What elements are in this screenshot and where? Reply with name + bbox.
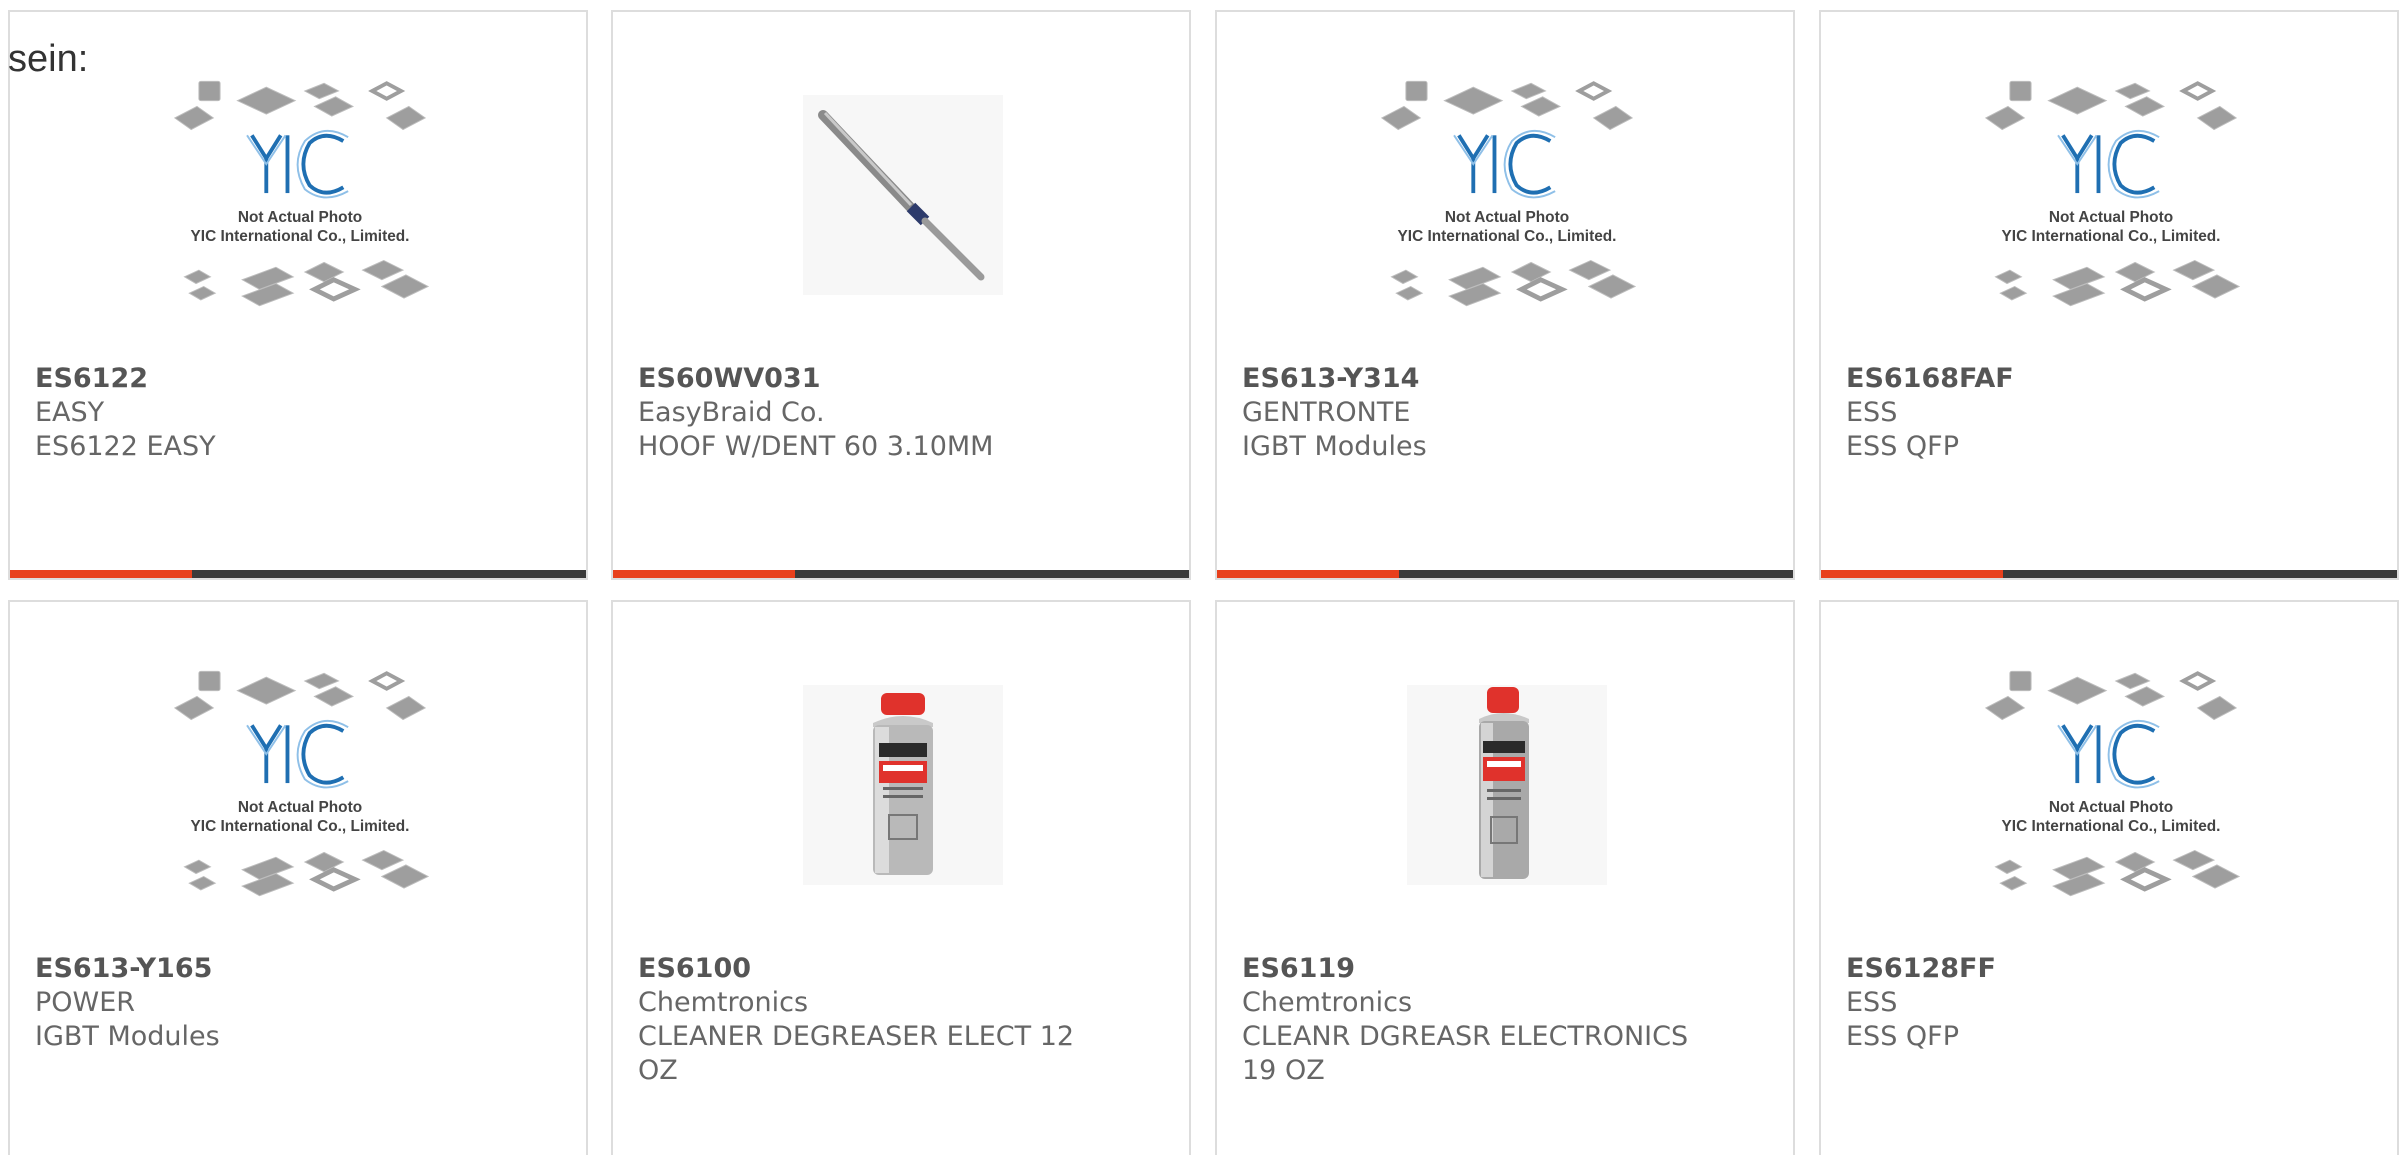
product-info: ES6128FF ESS ESS QFP — [1846, 952, 2366, 1054]
part-number-link[interactable]: ES6168FAF — [1846, 362, 2366, 396]
description-label: OZ — [638, 1055, 678, 1086]
product-info: ES6100 Chemtronics CLEANER DEGREASER ELE… — [638, 952, 1158, 1088]
spray-can-image[interactable] — [773, 670, 1033, 900]
product-grid-page: sein: Not Actual Photo YIC International… — [0, 0, 2400, 1155]
brand-label: EasyBraid Co. — [638, 397, 825, 428]
placeholder-caption-1: Not Actual Photo — [238, 799, 362, 816]
part-number-link[interactable]: ES6100 — [638, 952, 1158, 986]
description-label: IGBT Modules — [35, 1021, 220, 1052]
placeholder-image-icon[interactable]: Not Actual Photo YIC International Co., … — [1377, 80, 1637, 310]
part-number-link[interactable]: ES60WV031 — [638, 362, 1158, 396]
solder-tip-image[interactable] — [773, 80, 1033, 310]
placeholder-caption-2: YIC International Co., Limited. — [191, 818, 410, 835]
card-bottom-bar — [10, 570, 586, 578]
description-label: ESS QFP — [1846, 431, 1959, 462]
placeholder-image-icon[interactable]: Not Actual Photo YIC International Co., … — [1981, 80, 2241, 310]
product-info: ES6119 Chemtronics CLEANR DGREASR ELECTR… — [1242, 952, 1762, 1088]
card-accent-bar — [1821, 570, 2003, 578]
placeholder-caption-1: Not Actual Photo — [2049, 209, 2173, 226]
description-label: CLEANR DGREASR ELECTRONICS — [1242, 1021, 1689, 1052]
brand-label: Chemtronics — [1242, 987, 1413, 1018]
card-accent-bar — [1217, 570, 1399, 578]
description-label: ES6122 EASY — [35, 431, 216, 462]
product-card[interactable]: Not Actual Photo YIC International Co., … — [8, 10, 588, 580]
product-info: ES613-Y314 GENTRONTE IGBT Modules — [1242, 362, 1762, 464]
card-accent-bar — [10, 570, 192, 578]
brand-label: GENTRONTE — [1242, 397, 1411, 428]
placeholder-caption-1: Not Actual Photo — [2049, 799, 2173, 816]
product-card[interactable]: Not Actual Photo YIC International Co., … — [8, 600, 588, 1155]
placeholder-caption-1: Not Actual Photo — [238, 209, 362, 226]
brand-label: POWER — [35, 987, 136, 1018]
placeholder-caption-1: Not Actual Photo — [1445, 209, 1569, 226]
card-bottom-bar — [613, 570, 1189, 578]
card-bottom-bar — [1217, 570, 1793, 578]
description-label: CLEANER DEGREASER ELECT 12 — [638, 1021, 1075, 1052]
card-bottom-bar — [1821, 570, 2397, 578]
part-number-link[interactable]: ES6122 — [35, 362, 555, 396]
product-info: ES60WV031 EasyBraid Co. HOOF W/DENT 60 3… — [638, 362, 1158, 464]
placeholder-caption-2: YIC International Co., Limited. — [2002, 818, 2221, 835]
description-label: ESS QFP — [1846, 1021, 1959, 1052]
spray-can-image[interactable] — [1377, 670, 1637, 900]
product-info: ES613-Y165 POWER IGBT Modules — [35, 952, 555, 1054]
product-info: ES6122 EASY ES6122 EASY — [35, 362, 555, 464]
part-number-link[interactable]: ES613-Y165 — [35, 952, 555, 986]
brand-label: EASY — [35, 397, 105, 428]
placeholder-caption-2: YIC International Co., Limited. — [191, 228, 410, 245]
placeholder-caption-2: YIC International Co., Limited. — [1398, 228, 1617, 245]
brand-label: Chemtronics — [638, 987, 809, 1018]
part-number-link[interactable]: ES6128FF — [1846, 952, 2366, 986]
part-number-link[interactable]: ES6119 — [1242, 952, 1762, 986]
product-card[interactable]: Not Actual Photo YIC International Co., … — [1819, 10, 2399, 580]
placeholder-image-icon[interactable]: Not Actual Photo YIC International Co., … — [170, 80, 430, 310]
placeholder-image-icon[interactable]: Not Actual Photo YIC International Co., … — [170, 670, 430, 900]
description-label: HOOF W/DENT 60 3.10MM — [638, 431, 994, 462]
placeholder-image-icon[interactable]: Not Actual Photo YIC International Co., … — [1981, 670, 2241, 900]
product-card[interactable]: ES6100 Chemtronics CLEANER DEGREASER ELE… — [611, 600, 1191, 1155]
part-number-link[interactable]: ES613-Y314 — [1242, 362, 1762, 396]
brand-label: ESS — [1846, 987, 1898, 1018]
brand-label: ESS — [1846, 397, 1898, 428]
product-card[interactable]: Not Actual Photo YIC International Co., … — [1215, 10, 1795, 580]
placeholder-caption-2: YIC International Co., Limited. — [2002, 228, 2221, 245]
intro-text: sein: — [8, 38, 89, 80]
product-card[interactable]: Not Actual Photo YIC International Co., … — [1819, 600, 2399, 1155]
product-info: ES6168FAF ESS ESS QFP — [1846, 362, 2366, 464]
description-label: IGBT Modules — [1242, 431, 1427, 462]
card-accent-bar — [613, 570, 795, 578]
description-label: 19 OZ — [1242, 1055, 1325, 1086]
product-card[interactable]: ES60WV031 EasyBraid Co. HOOF W/DENT 60 3… — [611, 10, 1191, 580]
product-card[interactable]: ES6119 Chemtronics CLEANR DGREASR ELECTR… — [1215, 600, 1795, 1155]
